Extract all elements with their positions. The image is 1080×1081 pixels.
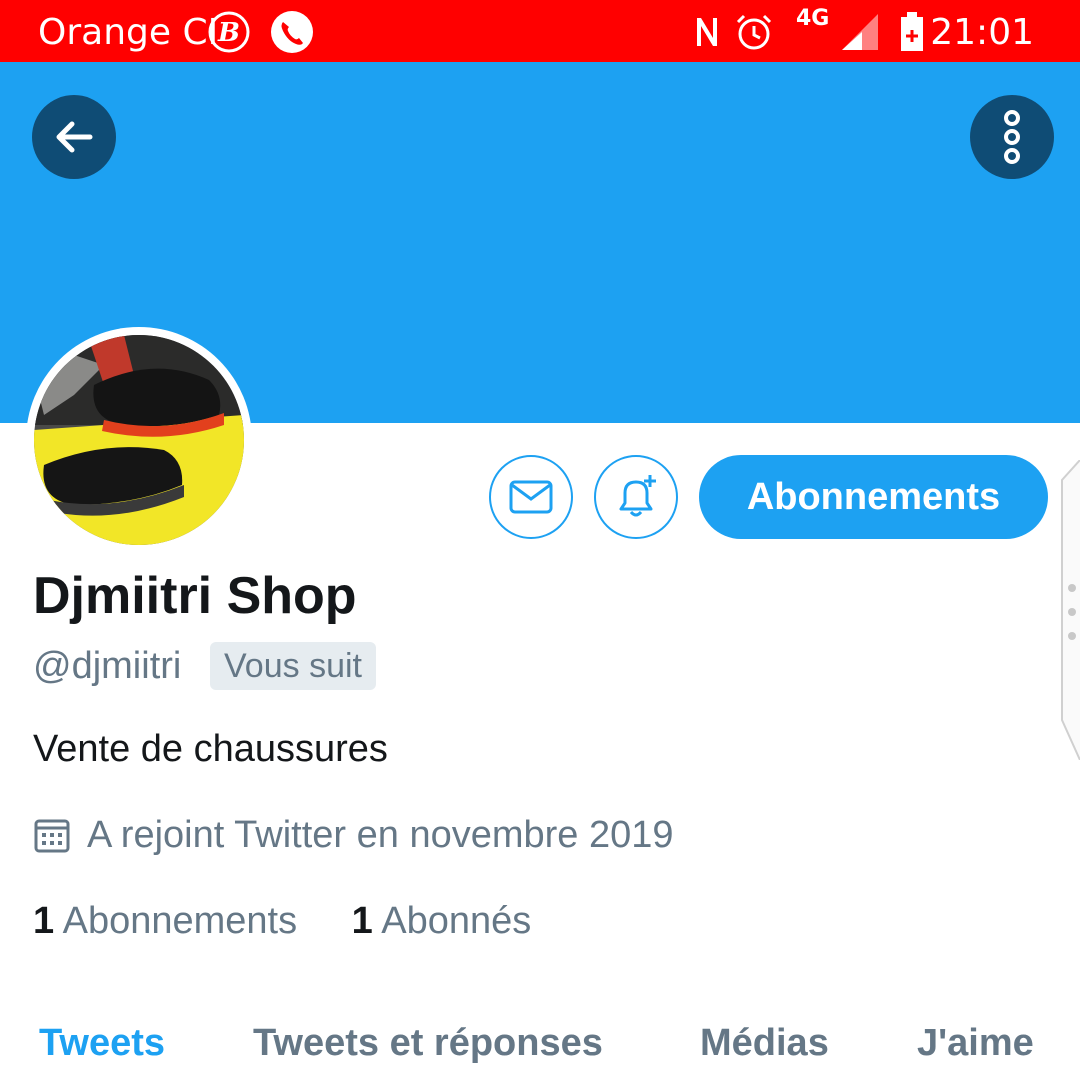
arrow-left-icon — [56, 121, 93, 153]
following-link[interactable]: 1 Abonnements — [33, 900, 297, 943]
edge-panel-handle[interactable] — [1060, 459, 1080, 761]
carrier-name: Orange CI — [38, 12, 219, 53]
join-date-text: A rejoint Twitter en novembre 2019 — [87, 814, 674, 856]
back-button[interactable] — [32, 95, 116, 179]
avatar-image — [34, 335, 244, 545]
tab-likes[interactable]: J'aime — [917, 1022, 1034, 1065]
calendar-icon — [34, 819, 70, 852]
phone-icon — [268, 10, 316, 59]
message-button[interactable] — [489, 455, 573, 539]
tab-tweets[interactable]: Tweets — [39, 1022, 165, 1065]
clock: 21:01 — [930, 12, 1034, 53]
4g-icon: 4G — [796, 6, 830, 31]
tab-tweets-and-replies[interactable]: Tweets et réponses — [253, 1022, 603, 1065]
tab-media[interactable]: Médias — [700, 1022, 829, 1065]
avatar[interactable] — [26, 327, 252, 553]
svg-text:B: B — [217, 18, 240, 48]
bio: Vente de chaussures — [33, 728, 388, 770]
follows-you-badge: Vous suit — [210, 642, 376, 690]
b-icon: B — [207, 10, 251, 59]
display-name: Djmiitri Shop — [33, 567, 357, 625]
status-bar: Orange CI B 4G 21:01 — [0, 0, 1080, 62]
envelope-icon — [509, 480, 553, 514]
bell-plus-icon — [619, 475, 656, 517]
join-date: A rejoint Twitter en novembre 2019 — [33, 814, 674, 857]
followers-label: Abonnés — [381, 900, 532, 942]
following-label: Abonnements — [62, 900, 298, 942]
nfc-icon — [692, 10, 722, 59]
alarm-icon — [732, 10, 776, 59]
follow-stats: 1 Abonnements 1 Abonnés — [33, 900, 531, 943]
followers-count: 1 — [351, 900, 373, 942]
followers-link[interactable]: 1 Abonnés — [352, 900, 532, 943]
more-vertical-icon — [1004, 110, 1020, 164]
following-button[interactable]: Abonnements — [699, 455, 1048, 539]
following-count: 1 — [33, 900, 55, 942]
screen: Orange CI B 4G 21:01 Abonnements Djmiitr… — [0, 0, 1080, 1081]
username: @djmiitri — [33, 645, 182, 687]
notifications-button[interactable] — [594, 455, 678, 539]
battery-icon — [898, 10, 926, 59]
more-options-button[interactable] — [970, 95, 1054, 179]
signal-icon — [838, 10, 882, 59]
